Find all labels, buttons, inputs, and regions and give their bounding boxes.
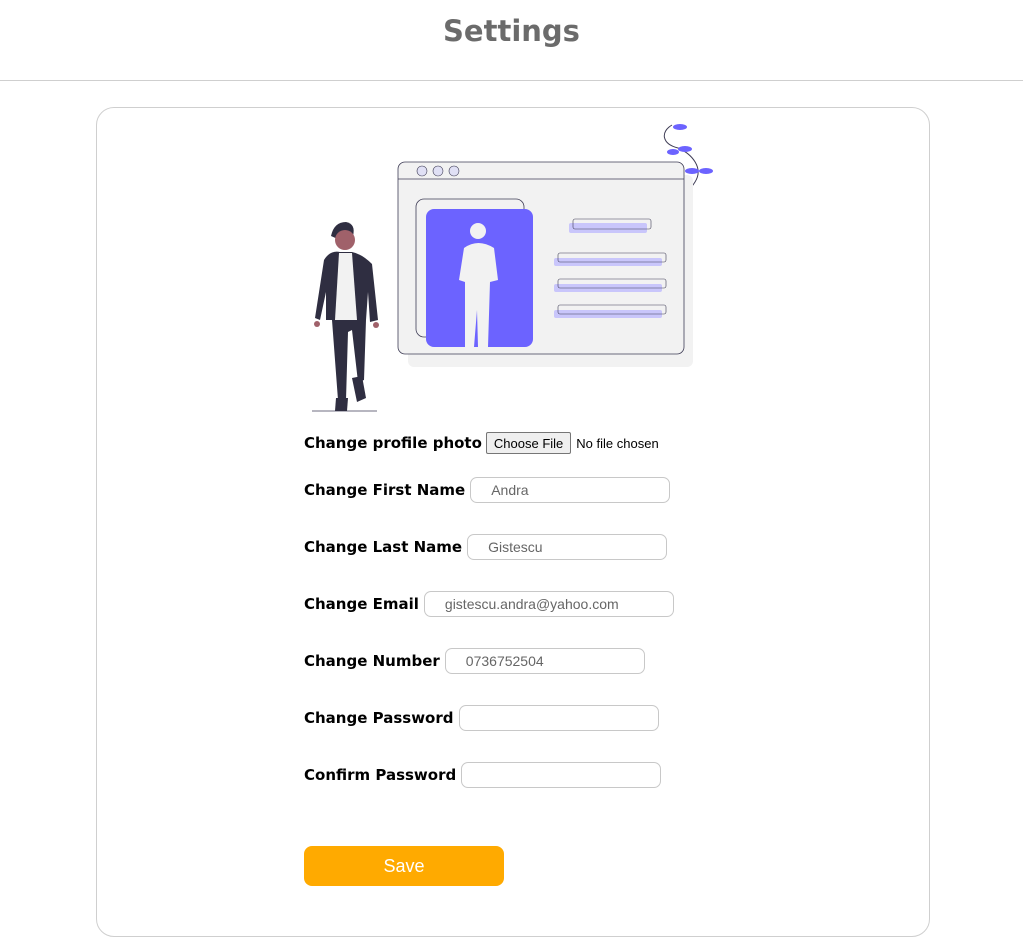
page-title: Settings bbox=[443, 14, 580, 48]
first-name-label: Change First Name bbox=[304, 481, 466, 499]
choose-file-button[interactable]: Choose File bbox=[485, 432, 572, 454]
first-name-input[interactable] bbox=[470, 477, 671, 503]
profile-illustration bbox=[312, 124, 713, 412]
last-name-row: Change Last Name bbox=[304, 534, 668, 560]
confirm-password-input[interactable] bbox=[461, 762, 662, 788]
number-input[interactable] bbox=[444, 648, 645, 674]
page-header: Settings bbox=[0, 0, 1023, 81]
last-name-label: Change Last Name bbox=[304, 538, 463, 556]
email-label: Change Email bbox=[304, 595, 419, 613]
first-name-row: Change First Name bbox=[304, 477, 671, 503]
confirm-password-label: Confirm Password bbox=[304, 766, 457, 784]
profile-photo-label: Change profile photo bbox=[304, 434, 482, 452]
password-input[interactable] bbox=[458, 705, 659, 731]
file-status-text: No file chosen bbox=[576, 435, 659, 451]
password-label: Change Password bbox=[304, 709, 454, 727]
email-row: Change Email bbox=[304, 591, 674, 617]
last-name-input[interactable] bbox=[467, 534, 668, 560]
save-button[interactable]: Save bbox=[304, 846, 504, 886]
number-label: Change Number bbox=[304, 652, 440, 670]
email-input[interactable] bbox=[423, 591, 674, 617]
profile-photo-row: Change profile photo Choose File No file… bbox=[304, 430, 659, 456]
password-row: Change Password bbox=[304, 705, 659, 731]
number-row: Change Number bbox=[304, 648, 645, 674]
confirm-password-row: Confirm Password bbox=[304, 762, 662, 788]
